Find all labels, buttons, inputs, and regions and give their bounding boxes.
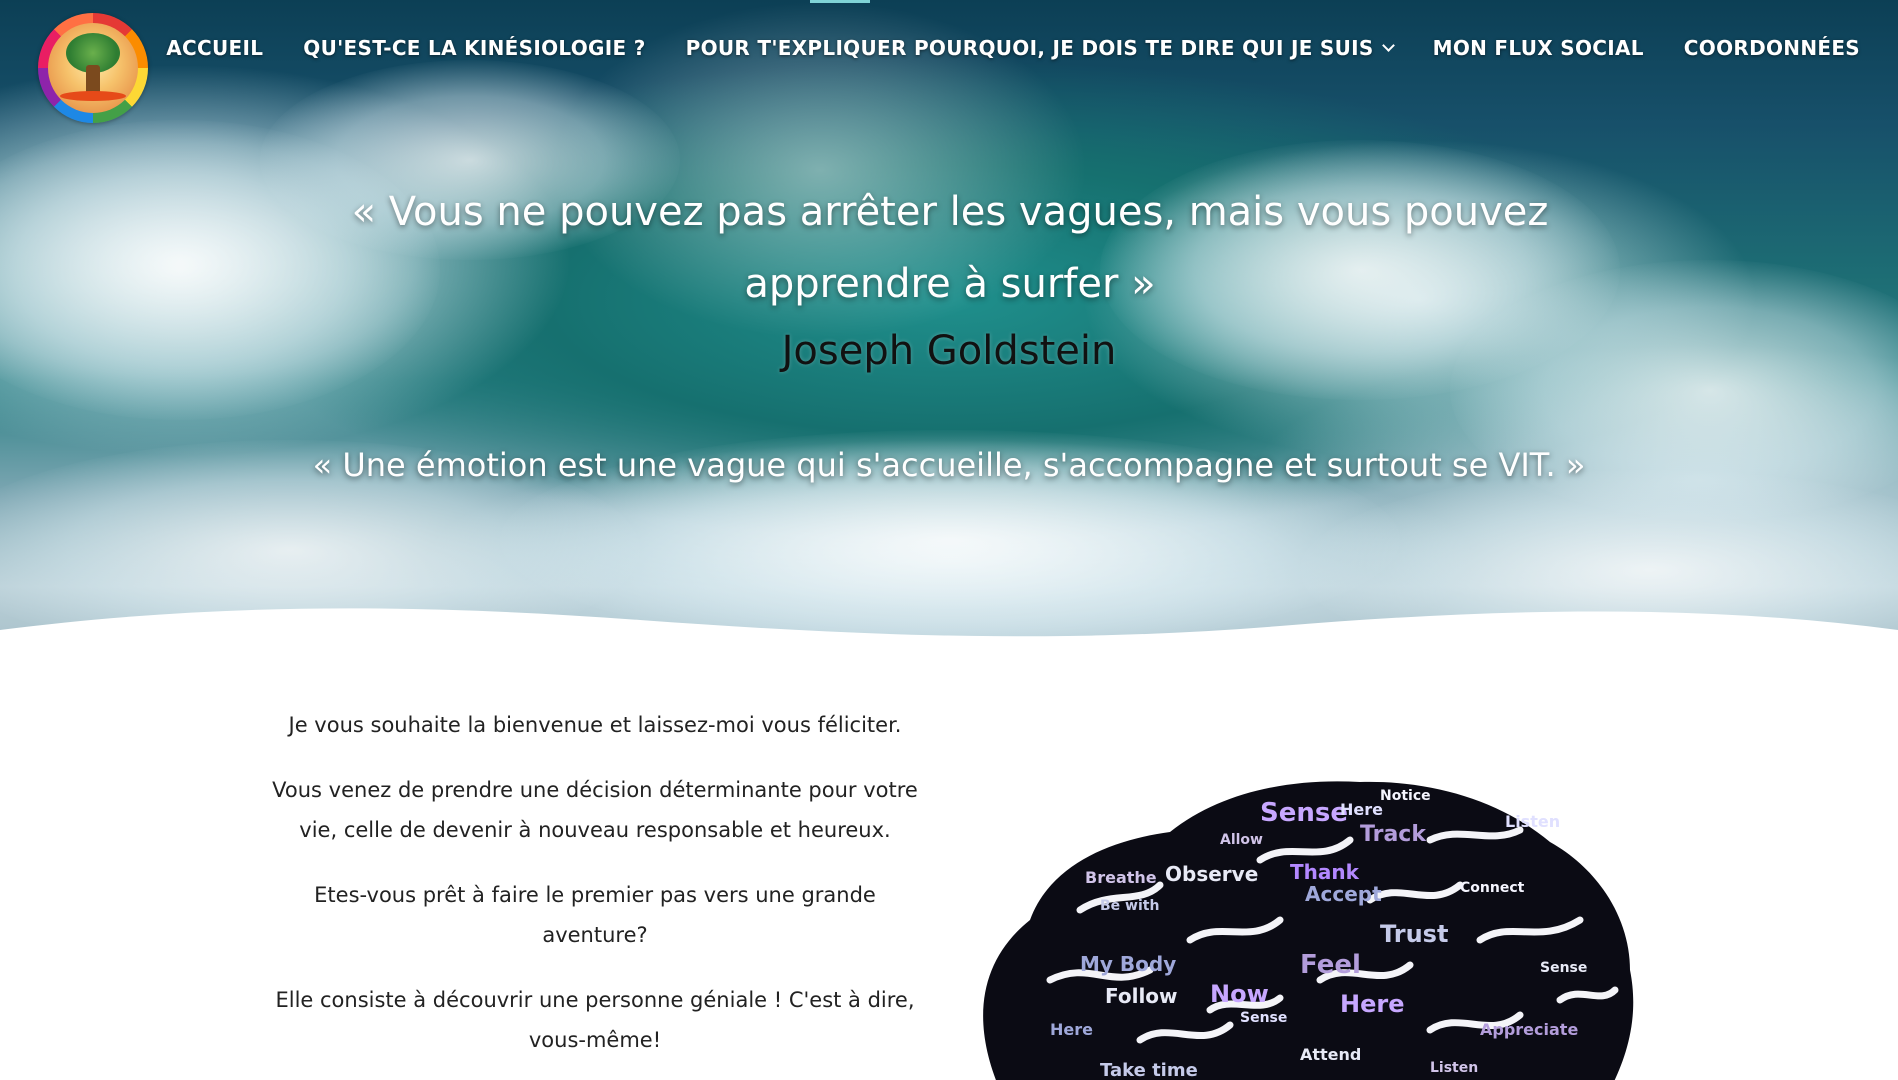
intro-paragraph-4: Elle consiste à découvrir une personne g… (275, 988, 915, 1052)
main-navigation: ACCUEIL QU'EST-CE LA KINÉSIOLOGIE ? POUR… (166, 36, 1860, 60)
brain-illustration: Sense Track Here Notice Trust Accept Tha… (960, 770, 1650, 1080)
brain-word: Here (1340, 990, 1405, 1018)
nav-item-label: ACCUEIL (166, 36, 264, 60)
intro-paragraph-2: Vous venez de prendre une décision déter… (272, 778, 918, 842)
brain-word: Connect (1460, 880, 1525, 896)
brain-word: Here (1340, 800, 1383, 819)
nav-active-indicator (810, 0, 870, 3)
hero-subquote: « Une émotion est une vague qui s'accuei… (312, 446, 1586, 484)
tree-ground (60, 91, 126, 101)
nav-item-flux-social[interactable]: MON FLUX SOCIAL (1433, 36, 1644, 60)
brain-word: Be with (1100, 898, 1160, 914)
brain-word: Thank (1290, 860, 1359, 884)
brain-word: Listen (1505, 812, 1561, 831)
brain-word: Attend (1300, 1045, 1362, 1064)
brain-word: Appreciate (1480, 1020, 1579, 1039)
brain-word: Allow (1220, 832, 1263, 848)
brain-word: Trust (1380, 920, 1449, 948)
hero-quote: « Vous ne pouvez pas arrêter les vagues,… (280, 176, 1620, 320)
quote-author: Joseph Goldstein (781, 328, 1117, 374)
brain-word: Notice (1380, 788, 1431, 804)
brain-word: Now (1210, 980, 1269, 1008)
brain-word: Take time (1100, 1060, 1198, 1080)
brain-word: Listen (1430, 1060, 1479, 1076)
intro-paragraph-1: Je vous souhaite la bienvenue et laissez… (288, 713, 902, 737)
intro-paragraph-3: Etes-vous prêt à faire le premier pas ve… (314, 883, 876, 947)
brain-word: Observe (1165, 862, 1259, 886)
brain-word: Follow (1105, 984, 1178, 1008)
nav-item-kinesiologie[interactable]: QU'EST-CE LA KINÉSIOLOGIE ? (303, 36, 645, 60)
nav-item-label: POUR T'EXPLIQUER POURQUOI, JE DOIS TE DI… (685, 36, 1374, 60)
wave-divider (0, 608, 1898, 690)
hero-quote-line-2: apprendre à surfer » (744, 261, 1156, 307)
site-logo[interactable] (38, 13, 148, 123)
brain-word: My Body (1080, 952, 1177, 976)
nav-item-label: COORDONNÉES (1683, 36, 1860, 60)
brain-word: Here (1050, 1020, 1093, 1039)
nav-item-accueil[interactable]: ACCUEIL (166, 36, 263, 60)
nav-item-label: MON FLUX SOCIAL (1432, 36, 1644, 60)
brain-word: Sense (1540, 960, 1588, 976)
brain-word: Track (1360, 822, 1426, 847)
brain-word: Feel (1300, 950, 1361, 980)
logo-inner (48, 23, 138, 113)
nav-item-qui-je-suis[interactable]: POUR T'EXPLIQUER POURQUOI, JE DOIS TE DI… (685, 36, 1395, 60)
brain-word: Breathe (1085, 868, 1157, 887)
brain-word: Sense (1260, 798, 1348, 828)
intro-text: Je vous souhaite la bienvenue et laissez… (250, 705, 940, 1080)
brain-word: Accept (1305, 882, 1382, 906)
brain-word: Sense (1240, 1010, 1288, 1026)
hero-quote-line-1: « Vous ne pouvez pas arrêter les vagues,… (351, 189, 1549, 235)
chevron-down-icon (1381, 39, 1395, 52)
nav-item-coordonnees[interactable]: COORDONNÉES (1684, 36, 1860, 60)
nav-item-label: QU'EST-CE LA KINÉSIOLOGIE ? (303, 36, 646, 60)
